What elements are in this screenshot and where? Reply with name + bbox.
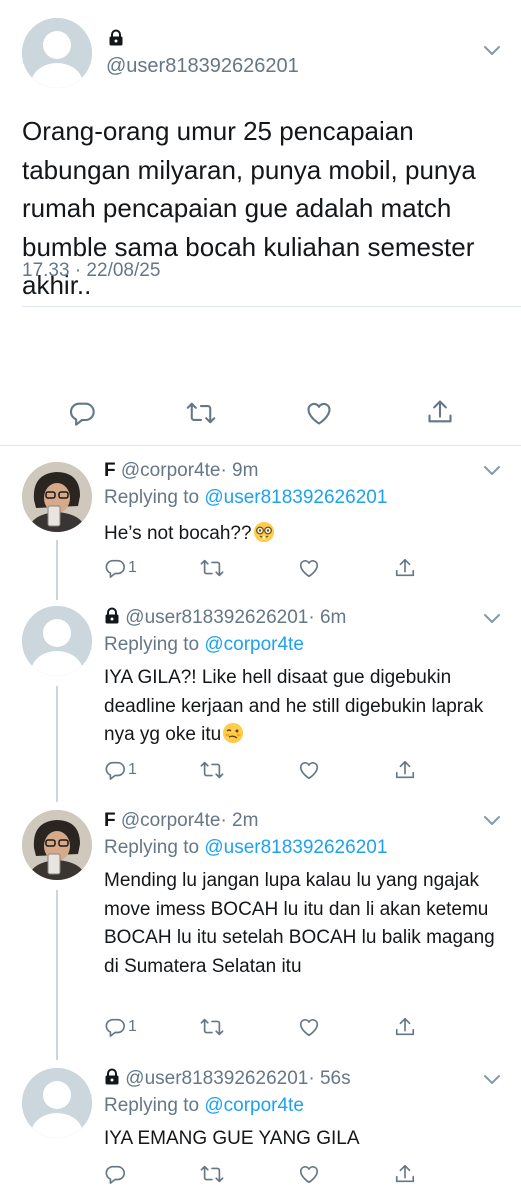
handle[interactable]: @user818392626201 [125, 1068, 308, 1089]
replying-to-link[interactable]: @corpor4te [204, 1095, 304, 1116]
reply-text-content: IYA GILA?! Like hell disaat gue digebuki… [104, 667, 484, 745]
chevron-down-icon[interactable] [483, 1073, 501, 1091]
replying-label: Replying to [104, 837, 200, 858]
replying-to: Replying to @user818392626201 [104, 836, 387, 860]
replying-to-link[interactable]: @user818392626201 [204, 837, 387, 858]
replying-label: Replying to [104, 487, 200, 508]
main-timestamp[interactable]: 17.33 · 22/08/25 [22, 259, 160, 283]
reply-header: F @corpor4te· 9m [104, 459, 258, 483]
thread-line [56, 890, 58, 1060]
time[interactable]: · 56s [308, 1068, 350, 1089]
divider [22, 306, 521, 307]
retweet-button[interactable] [200, 555, 224, 581]
handle[interactable]: @corpor4te [121, 810, 221, 831]
lock-icon [104, 1068, 120, 1092]
lock-icon [108, 29, 124, 51]
reply-button[interactable]: 1 [104, 1014, 137, 1040]
handle[interactable]: @user818392626201 [125, 607, 308, 628]
share-button[interactable] [394, 1014, 416, 1040]
replying-to: Replying to @corpor4te [104, 1094, 304, 1118]
replying-to: Replying to @user818392626201 [104, 486, 387, 510]
reply-text: Mending lu jangan lupa kalau lu yang nga… [104, 870, 495, 977]
retweet-button[interactable] [186, 400, 216, 431]
main-handle[interactable]: @user818392626201 [106, 54, 299, 78]
avatar[interactable] [22, 18, 92, 88]
time[interactable]: · 9m [220, 460, 258, 481]
chevron-down-icon[interactable] [483, 464, 501, 482]
nerd-face-emoji [253, 522, 274, 542]
avatar[interactable] [22, 606, 92, 676]
divider [0, 445, 521, 446]
reply-button[interactable]: 1 [104, 555, 137, 581]
share-button[interactable] [394, 1161, 416, 1187]
chevron-down-icon[interactable] [483, 44, 501, 62]
handle[interactable]: @corpor4te [121, 460, 221, 481]
reply-actions: 1 [104, 555, 416, 581]
like-button[interactable] [305, 400, 333, 431]
lock-icon [104, 607, 120, 631]
reply-text: IYA EMANG GUE YANG GILA [104, 1128, 360, 1149]
retweet-button[interactable] [200, 757, 224, 783]
thread-line [56, 540, 58, 600]
share-button[interactable] [426, 398, 454, 431]
replying-to-link[interactable]: @corpor4te [204, 634, 304, 655]
share-button[interactable] [394, 555, 416, 581]
reply-text: IYA GILA?! Like hell disaat gue digebuki… [104, 664, 504, 750]
woozy-face-emoji [223, 723, 244, 743]
like-button[interactable] [298, 1014, 320, 1040]
avatar[interactable] [22, 810, 92, 880]
reply-actions [104, 1161, 416, 1187]
reply-button[interactable]: 1 [104, 757, 137, 783]
replying-label: Replying to [104, 1095, 200, 1116]
like-button[interactable] [298, 757, 320, 783]
reply-actions: 1 [104, 757, 416, 783]
reply-actions: 1 [104, 1014, 416, 1040]
time[interactable]: · 6m [308, 607, 346, 628]
display-name[interactable]: F [104, 460, 116, 481]
replying-label: Replying to [104, 634, 200, 655]
reply-button[interactable] [68, 399, 96, 432]
chevron-down-icon[interactable] [483, 612, 501, 630]
reply-header: F @corpor4te· 2m [104, 809, 258, 833]
chevron-down-icon[interactable] [483, 814, 501, 832]
thread-line [56, 686, 58, 802]
replying-to: Replying to @corpor4te [104, 633, 304, 657]
reply-header: @user818392626201· 6m [104, 606, 346, 631]
retweet-button[interactable] [200, 1161, 224, 1187]
avatar[interactable] [22, 462, 92, 532]
reply-button[interactable] [104, 1161, 128, 1187]
like-button[interactable] [298, 1161, 320, 1187]
reply-count: 1 [128, 559, 137, 576]
replying-to-link[interactable]: @user818392626201 [204, 487, 387, 508]
share-button[interactable] [394, 757, 416, 783]
reply-count: 1 [128, 761, 137, 778]
reply-text-content: He’s not bocah?? [104, 523, 252, 544]
avatar[interactable] [22, 1068, 92, 1138]
like-button[interactable] [298, 555, 320, 581]
time[interactable]: · 2m [220, 810, 258, 831]
reply-text: He’s not bocah?? [104, 520, 504, 549]
display-name[interactable]: F [104, 810, 116, 831]
reply-count: 1 [128, 1018, 137, 1035]
reply-header: @user818392626201· 56s [104, 1067, 351, 1092]
retweet-button[interactable] [200, 1014, 224, 1040]
